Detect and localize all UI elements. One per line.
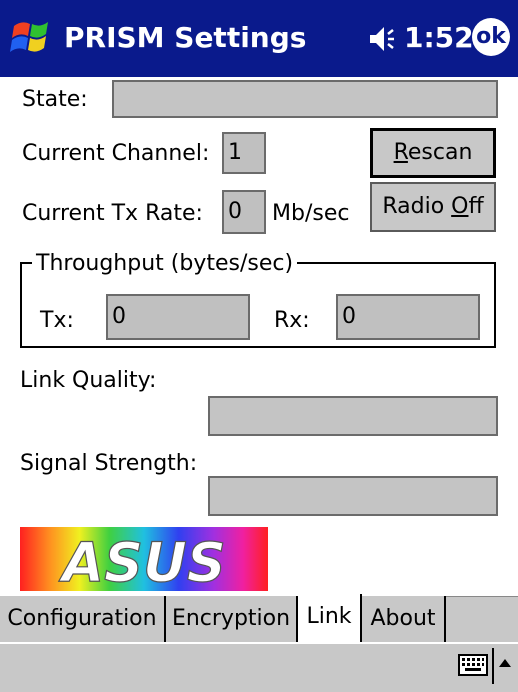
radio-off-prefix: Radio [382, 194, 452, 219]
radio-off-mnemonic: O [451, 194, 469, 219]
app-title: PRISM Settings [64, 21, 307, 54]
tab-about[interactable]: About [362, 596, 446, 642]
rescan-label: escan [407, 140, 473, 165]
channel-label: Current Channel: [22, 141, 210, 166]
sip-divider [492, 648, 494, 684]
tab-configuration[interactable]: Configuration [0, 596, 166, 642]
tx-rate-unit: Mb/sec [272, 201, 350, 226]
tx-field: 0 [106, 294, 250, 340]
rx-field: 0 [336, 294, 480, 340]
rescan-mnemonic: R [393, 140, 408, 165]
state-field [112, 80, 498, 118]
link-quality-bar [208, 396, 498, 436]
channel-field: 1 [222, 132, 266, 174]
radio-off-button[interactable]: Radio Off [370, 182, 496, 232]
tx-label: Tx: [40, 308, 74, 333]
speaker-icon[interactable] [368, 24, 396, 54]
input-panel-bar [0, 642, 518, 692]
asus-logo: ASUS [20, 527, 268, 591]
tab-encryption[interactable]: Encryption [166, 596, 298, 642]
link-quality-label: Link Quality: [20, 368, 157, 393]
rescan-button[interactable]: Rescan [370, 128, 496, 178]
ok-button[interactable]: ok [472, 18, 510, 56]
signal-strength-bar [208, 476, 498, 516]
tx-rate-label: Current Tx Rate: [22, 201, 203, 226]
radio-off-label: ff [468, 194, 484, 219]
asus-logo-text: ASUS [58, 531, 225, 591]
state-label: State: [22, 87, 88, 112]
throughput-title: Throughput (bytes/sec) [32, 250, 298, 278]
windows-flag-icon[interactable] [8, 12, 58, 62]
keyboard-icon[interactable] [458, 654, 488, 676]
signal-strength-label: Signal Strength: [20, 451, 198, 476]
rx-label: Rx: [274, 308, 310, 333]
arrow-up-icon[interactable] [498, 656, 512, 670]
tx-rate-field: 0 [222, 190, 266, 234]
clock[interactable]: 1:52 [404, 18, 474, 58]
tab-link[interactable]: Link [298, 594, 362, 642]
